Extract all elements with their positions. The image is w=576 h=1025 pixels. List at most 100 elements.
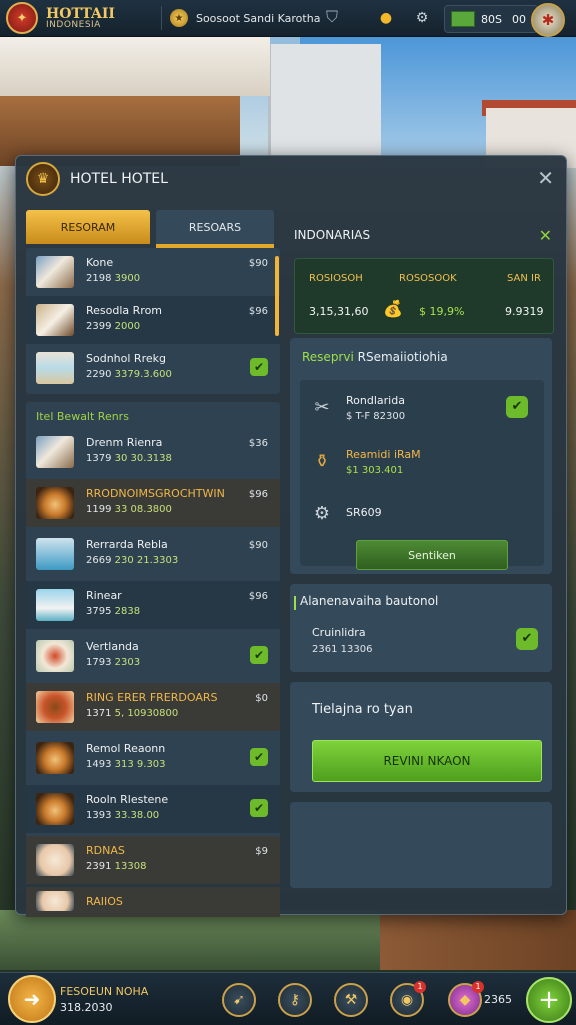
reservation-title-a: Reseprvi — [302, 350, 354, 364]
emblem-icon[interactable]: ✦ — [6, 2, 38, 34]
item-price: $0 — [255, 693, 268, 704]
item-thumbnail — [36, 487, 74, 519]
gem-icon[interactable]: ◆ 1 — [448, 981, 484, 1017]
item-thumbnail — [36, 691, 74, 723]
list-item[interactable]: Sodnhol Rrekg 2290 3379.3.600 ✔ — [26, 344, 280, 392]
bell-icon[interactable]: ● — [376, 8, 396, 28]
pot-icon: ⚱ — [314, 451, 330, 472]
item-sub: 2669 230 21.3303 — [86, 555, 178, 566]
item-price: $9 — [255, 846, 268, 857]
rocket-icon[interactable]: ➹ — [222, 983, 256, 1017]
item-price: $90 — [248, 258, 268, 269]
check-icon[interactable]: ✔ — [250, 748, 268, 766]
cash-counter[interactable]: 80S 00 — [444, 5, 538, 33]
rooms-list: Kone 2198 3900 $90 Resodla Rrom 2399 200… — [26, 248, 280, 394]
item-name: Rerrarda Rebla — [86, 538, 168, 551]
settings-icon[interactable]: ✱ — [531, 3, 565, 37]
stat-value: $ 19,9% — [419, 305, 465, 318]
item-sub-a: 1793 — [86, 657, 112, 668]
book-button[interactable]: REVINI NKAON — [312, 740, 542, 782]
reservation-item[interactable]: ⚙ SR609 — [310, 498, 534, 538]
list-item[interactable]: Remol Reaonn 1493 313 9.303 ✔ — [26, 734, 280, 782]
item-name: SR609 — [346, 506, 382, 519]
item-sub-a: 1199 — [86, 504, 112, 515]
item-sub-b: 3379.3.600 — [114, 369, 172, 380]
cash-value: 80S — [481, 12, 502, 26]
list-item[interactable]: Rooln Rlestene 1393 33.38.00 ✔ — [26, 785, 280, 833]
item-thumbnail — [36, 793, 74, 825]
accent-bar — [294, 596, 296, 610]
item-sub-b: 5, 10930800 — [114, 708, 179, 719]
alternative-value: 2361 13306 — [312, 644, 373, 655]
brand: HOTTAII INDONESIA — [46, 7, 115, 30]
check-icon[interactable]: ✔ — [250, 646, 268, 664]
list-item[interactable]: RDNAS 2391 13308 $9 — [26, 836, 280, 884]
item-value: $1 303.401 — [346, 465, 404, 476]
right-header: INDONARIAS — [294, 228, 371, 242]
list-item[interactable]: RING ERER FRERDOARS 1371 5, 10930800 $0 — [26, 683, 280, 731]
item-sub-b: 3900 — [114, 273, 141, 284]
item-sub: 3795 2838 — [86, 606, 140, 617]
tab-resoram[interactable]: RESORAM — [26, 210, 150, 244]
key-icon[interactable]: ⚷ — [278, 983, 312, 1017]
item-sub-a: 2669 — [86, 555, 112, 566]
globe-icon[interactable]: ◉ 1 — [390, 981, 426, 1017]
gear-icon[interactable]: ⚙ — [412, 8, 432, 28]
add-icon[interactable]: + — [526, 977, 572, 1023]
tab-resoars[interactable]: RESOARS — [156, 210, 274, 248]
hotel-logo-icon: ♛ — [26, 162, 60, 196]
list-item[interactable]: Rinear 3795 2838 $96 — [26, 581, 280, 629]
item-name: RDNAS — [86, 844, 125, 857]
item-sub-a: 3795 — [86, 606, 112, 617]
check-icon[interactable]: ✔ — [250, 358, 268, 376]
room-thumbnail — [36, 352, 74, 384]
location-coin-icon: ★ — [169, 9, 188, 27]
item-price: $96 — [248, 591, 268, 602]
item-sub: 2290 3379.3.600 — [86, 369, 172, 380]
item-name: Rondlarida — [346, 394, 405, 407]
tools-icon[interactable]: ⚒ — [334, 983, 368, 1017]
list-item[interactable]: Resodla Rrom 2399 2000 $96 — [26, 296, 280, 344]
list-item[interactable]: RRODNOIMSGROCHTWIN 1199 33 08.3800 $96 — [26, 479, 280, 527]
list-item[interactable]: Vertlanda 1793 2303 ✔ — [26, 632, 280, 680]
reservation-item[interactable]: ✂ Rondlarida $ T-F 82300 ✔ — [310, 392, 534, 432]
select-button[interactable]: Sentiken — [356, 540, 508, 570]
item-sub-b: 13308 — [114, 861, 147, 872]
reservation-item[interactable]: ⚱ Reamidi iRaM $1 303.401 — [310, 446, 534, 486]
check-icon[interactable]: ✔ — [506, 396, 528, 418]
gear-icon: ⚙ — [313, 503, 331, 524]
item-value: $ T-F 82300 — [346, 411, 406, 422]
item-sub: 1379 30 30.3138 — [86, 453, 172, 464]
stat-label: SAN IR — [507, 273, 541, 284]
room-thumbnail — [36, 256, 74, 288]
stat-value: 3,15,31,60 — [309, 305, 369, 318]
back-arrow-icon[interactable]: ➜ — [8, 975, 56, 1023]
item-sub-b: 33.38.00 — [114, 810, 160, 821]
list-item[interactable]: Drenm Rienra 1379 30 30.3138 $36 — [26, 428, 280, 476]
scrollbar[interactable] — [275, 256, 279, 336]
close-icon[interactable]: ✕ — [539, 226, 552, 245]
shield-icon[interactable]: ⛉ — [322, 7, 342, 27]
item-price: $90 — [248, 540, 268, 551]
item-name: Drenm Rienra — [86, 436, 163, 449]
check-icon[interactable]: ✔ — [516, 628, 538, 650]
bottom-bar: ➜ FESOEUN NOHA 318.2030 ➹ ⚷ ⚒ ◉ 1 ◆ 1 2365… — [0, 972, 576, 1025]
room-thumbnail — [36, 304, 74, 336]
item-name: RAIIOS — [86, 895, 123, 908]
list-item[interactable]: Kone 2198 3900 $90 — [26, 248, 280, 296]
list-item[interactable]: RAIIOS — [26, 887, 280, 917]
brand-title: HOTTAII — [46, 5, 115, 22]
item-thumbnail — [36, 640, 74, 672]
alternative-box: Alanenavaiha bautonol Cruinlidra 2361 13… — [290, 584, 552, 672]
item-sub: 2399 2000 — [86, 321, 140, 332]
item-name: Kone — [86, 256, 114, 269]
reservation-title-b: RSemaiiotiohia — [357, 350, 448, 364]
item-sub-a: 2198 — [86, 273, 112, 284]
hotel-panel: ♛ HOTEL HOTEL ✕ RESORAM RESOARS Kone 219… — [15, 155, 567, 917]
check-icon[interactable]: ✔ — [250, 799, 268, 817]
list-item[interactable]: Rerrarda Rebla 2669 230 21.3303 $90 — [26, 530, 280, 578]
close-icon[interactable]: ✕ — [537, 166, 554, 190]
item-sub: 1393 33.38.00 — [86, 810, 159, 821]
reservation-box: Reseprvi RSemaiiotiohia ✂ Rondlarida $ T… — [290, 338, 552, 574]
city-name[interactable]: Soosoot Sandi Karotha — [196, 12, 320, 25]
